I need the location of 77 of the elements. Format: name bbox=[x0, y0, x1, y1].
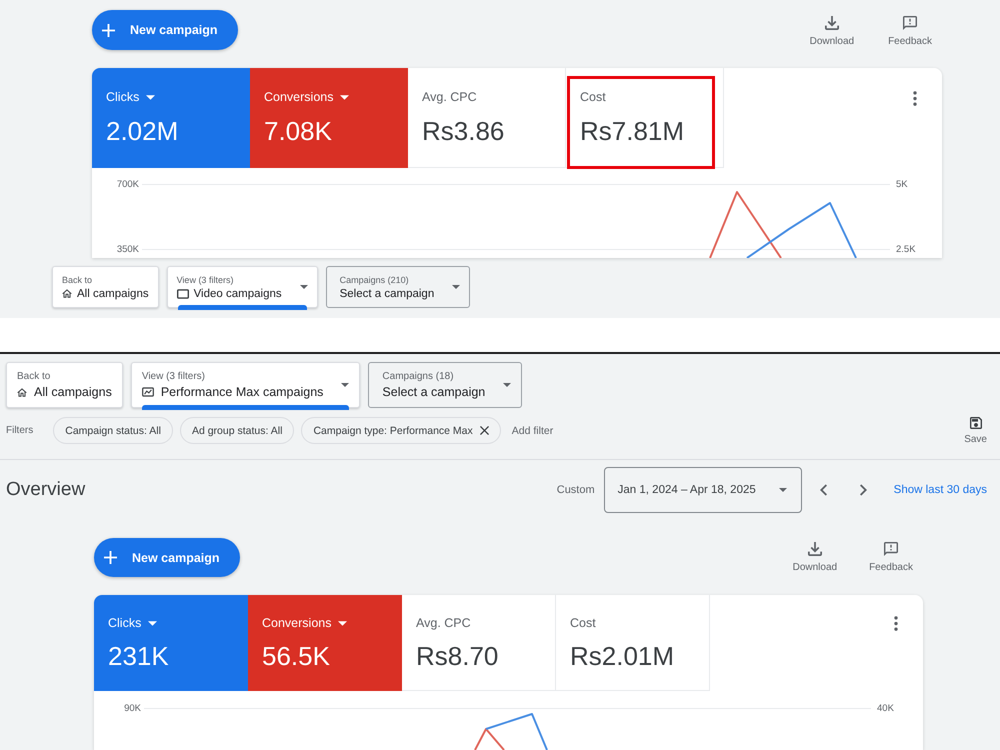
back-to-button[interactable]: Back to All campaigns bbox=[6, 362, 123, 408]
add-filter-button[interactable]: Add filter bbox=[512, 424, 554, 436]
metric-label: Clicks bbox=[106, 90, 140, 104]
metric-tile[interactable]: Cost Rs7.81M bbox=[566, 68, 724, 168]
metric-value: Rs8.70 bbox=[416, 642, 498, 670]
show-last-30-days-link[interactable]: Show last 30 days bbox=[894, 484, 987, 496]
page-title: Overview bbox=[6, 479, 86, 501]
video-icon bbox=[176, 288, 189, 298]
caret-icon[interactable] bbox=[338, 620, 348, 626]
metric-value: 56.5K bbox=[262, 642, 330, 670]
filters-label: Filters bbox=[6, 425, 34, 436]
metric-tile[interactable]: Clicks 231K bbox=[94, 595, 248, 691]
filter-chip[interactable]: Ad group status: All bbox=[180, 417, 294, 444]
close-icon[interactable] bbox=[480, 426, 489, 435]
axis-tick-label: 350K bbox=[116, 244, 139, 254]
axis-tick-label: 5K bbox=[896, 178, 909, 190]
download-icon bbox=[808, 542, 822, 556]
campaign-dropdown[interactable]: Campaigns (18) Select a campaign bbox=[368, 362, 522, 408]
chevron-right-icon[interactable] bbox=[860, 484, 867, 496]
metric-tile[interactable]: Clicks 2.02M bbox=[92, 68, 250, 168]
new-campaign-button[interactable]: New campaign bbox=[92, 10, 238, 50]
campaign-dropdown[interactable]: Campaigns (210) Select a campaign bbox=[326, 266, 470, 308]
metric-label: Conversions bbox=[262, 616, 332, 630]
metric-value: 231K bbox=[108, 642, 169, 670]
caret-icon[interactable] bbox=[148, 620, 158, 626]
filter-chip[interactable]: Campaign status: All bbox=[53, 417, 173, 444]
plus-icon bbox=[104, 551, 117, 564]
metric-value: 7.08K bbox=[264, 117, 332, 145]
feedback-button[interactable]: Feedback bbox=[869, 542, 913, 573]
metric-label: Cost bbox=[580, 90, 606, 104]
axis-tick-label: 90K bbox=[123, 702, 141, 714]
metric-tile[interactable]: Conversions 56.5K bbox=[248, 595, 402, 691]
filter-chip[interactable]: Campaign type: Performance Max bbox=[301, 417, 501, 444]
date-range-dropdown[interactable]: Jan 1, 2024 – Apr 18, 2025 bbox=[604, 467, 802, 513]
feedback-icon bbox=[903, 16, 918, 30]
metric-tile[interactable]: Conversions 7.08K bbox=[250, 68, 408, 168]
axis-tick-label: 2.5K bbox=[896, 244, 917, 254]
date-range-label: Custom bbox=[556, 484, 595, 496]
metric-label: Cost bbox=[570, 616, 596, 630]
chevron-left-icon[interactable] bbox=[820, 484, 827, 496]
metric-label: Avg. CPC bbox=[422, 90, 477, 104]
view-dropdown[interactable]: View (3 filters) Performance Max campaigns bbox=[130, 362, 360, 408]
caret-icon[interactable] bbox=[340, 94, 350, 100]
metric-tile[interactable]: Cost Rs2.01M bbox=[556, 595, 710, 691]
caret-icon bbox=[778, 488, 787, 492]
caret-icon bbox=[341, 383, 350, 387]
metric-tile[interactable]: Avg. CPC Rs3.86 bbox=[408, 68, 566, 168]
metric-label: Clicks bbox=[108, 616, 142, 630]
metric-value: 2.02M bbox=[106, 117, 178, 145]
metric-tile[interactable]: Avg. CPC Rs8.70 bbox=[402, 595, 556, 691]
save-button[interactable]: Save bbox=[964, 416, 987, 444]
plus-icon bbox=[102, 24, 115, 36]
new-campaign-button[interactable]: New campaign bbox=[94, 538, 240, 577]
metric-value: Rs3.86 bbox=[422, 117, 504, 145]
view-dropdown[interactable]: View (3 filters) Video campaigns bbox=[166, 266, 318, 308]
caret-icon bbox=[300, 285, 308, 289]
download-button[interactable]: Download bbox=[792, 542, 838, 573]
axis-tick-label: 700K bbox=[116, 178, 139, 190]
metric-value: Rs2.01M bbox=[570, 642, 674, 670]
metric-value: Rs7.81M bbox=[580, 117, 684, 145]
caret-icon bbox=[503, 383, 512, 387]
back-to-button[interactable]: Back to All campaigns bbox=[52, 266, 159, 308]
save-icon bbox=[970, 416, 982, 428]
more-options-icon[interactable] bbox=[913, 91, 917, 106]
feedback-button[interactable]: Feedback bbox=[888, 16, 932, 47]
home-icon bbox=[62, 289, 72, 298]
metric-label: Avg. CPC bbox=[416, 616, 471, 630]
caret-icon[interactable] bbox=[146, 94, 156, 100]
chart-image-icon bbox=[142, 387, 154, 397]
caret-icon bbox=[452, 285, 460, 289]
feedback-icon bbox=[884, 542, 898, 556]
axis-tick-label: 40K bbox=[877, 702, 895, 714]
more-options-icon[interactable] bbox=[894, 616, 898, 631]
metric-label: Conversions bbox=[264, 90, 334, 104]
home-icon bbox=[17, 388, 27, 396]
download-icon bbox=[824, 16, 839, 30]
download-button[interactable]: Download bbox=[810, 16, 854, 47]
